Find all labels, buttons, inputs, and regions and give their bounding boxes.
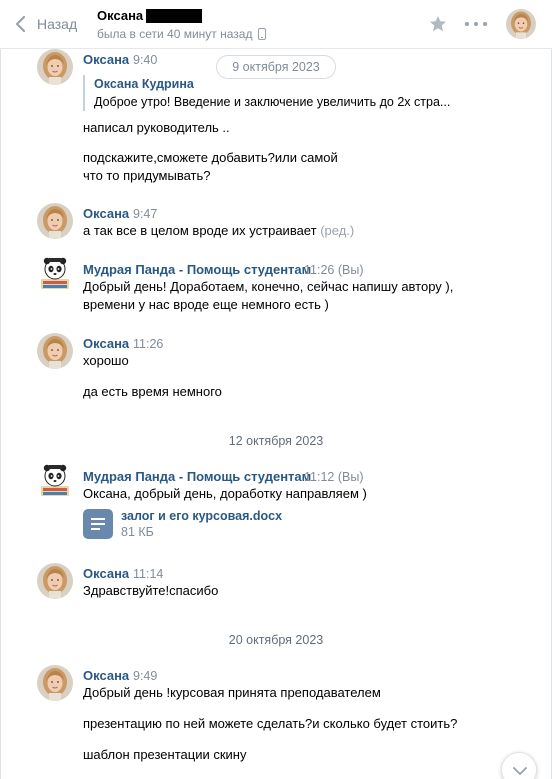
panda-avatar[interactable]	[38, 257, 72, 291]
message-text: шаблон презентации скину	[83, 747, 247, 762]
avatar[interactable]	[37, 563, 73, 599]
message-author[interactable]: Мудрая Панда - Помощь студентам	[83, 469, 311, 484]
message-time[interactable]: 11:12 (Вы)	[304, 470, 364, 484]
dot	[483, 22, 487, 26]
edited-mark: (ред.)	[320, 223, 355, 238]
date-separator: 20 октября 2023	[228, 633, 324, 647]
message-text: а так все в целом вроде их устраивает (р…	[83, 222, 354, 240]
message-text: Добрый день! Доработаем, конечно, сейчас…	[83, 279, 454, 294]
attachment-name[interactable]: залог и его курсовая.docx	[121, 509, 282, 523]
message-time[interactable]: 9:40	[133, 53, 157, 67]
reply-quote[interactable]: Оксана Кудрина Доброе утро! Введение и з…	[83, 75, 450, 111]
more-dots-icon[interactable]	[465, 20, 487, 28]
date-separator: 12 октября 2023	[228, 434, 324, 448]
message-author[interactable]: Оксана	[83, 52, 129, 67]
peer-name-text: Оксана	[97, 8, 144, 23]
star-icon[interactable]	[428, 14, 448, 34]
peer-avatar[interactable]	[506, 9, 536, 39]
message-author[interactable]: Оксана	[83, 668, 129, 683]
avatar[interactable]	[37, 49, 73, 85]
message-author[interactable]: Мудрая Панда - Помощь студентам	[83, 262, 311, 277]
avatar[interactable]	[37, 665, 73, 701]
message-author[interactable]: Оксана	[83, 206, 129, 221]
mobile-phone-icon	[258, 28, 267, 40]
message-time[interactable]: 11:26 (Вы)	[304, 263, 364, 277]
back-button[interactable]: Назад	[14, 13, 77, 35]
message-author[interactable]: Оксана	[83, 566, 129, 581]
peer-name[interactable]: Оксана	[97, 8, 203, 23]
you-mark: (Вы)	[337, 470, 364, 484]
document-icon[interactable]	[83, 509, 113, 539]
dot	[474, 22, 478, 26]
message-time[interactable]: 11:14	[133, 567, 163, 581]
chat-header: Назад Оксана была в сети 40 минут назад	[0, 0, 552, 49]
message-text: Добрый день !курсовая принята преподават…	[83, 685, 381, 700]
avatar[interactable]	[37, 203, 73, 239]
chevron-left-icon	[15, 15, 26, 33]
attachment-size: 81 КБ	[121, 525, 154, 539]
you-mark: (Вы)	[337, 263, 364, 277]
message-time[interactable]: 9:49	[133, 669, 157, 683]
message-text: Здравствуйте!спасибо	[83, 583, 219, 598]
message-text: Оксана, добрый день, доработку направляе…	[83, 486, 367, 501]
message-time[interactable]: 11:26	[133, 337, 163, 351]
message-author[interactable]: Оксана	[83, 336, 129, 351]
message-text: что то придумывать?	[83, 168, 211, 183]
panda-avatar[interactable]	[38, 464, 72, 498]
message-text: подскажите,сможете добавить?или самой	[83, 150, 338, 165]
message-body: а так все в целом вроде их устраивает	[83, 223, 317, 238]
back-label: Назад	[37, 16, 78, 32]
peer-status: была в сети 40 минут назад	[97, 27, 267, 41]
message-text: времени у нас вроде еще немного есть )	[83, 297, 329, 312]
avatar[interactable]	[37, 333, 73, 369]
time-value: 11:12	[304, 470, 335, 484]
message-text: презентацию по ней можете сделать?и скол…	[83, 716, 458, 731]
chevron-down-icon	[513, 767, 527, 775]
message-time[interactable]: 9:47	[133, 207, 157, 221]
peer-status-text: была в сети 40 минут назад	[97, 27, 253, 41]
quote-text: Доброе утро! Введение и заключение увели…	[94, 95, 451, 109]
redacted-surname	[146, 8, 203, 23]
quote-author: Оксана Кудрина	[94, 77, 194, 91]
dot	[465, 22, 469, 26]
message-text: хорошо	[83, 353, 129, 368]
message-text: написал руководитель ..	[83, 120, 230, 135]
time-value: 11:26	[304, 263, 335, 277]
message-text: да есть время немного	[83, 384, 222, 399]
